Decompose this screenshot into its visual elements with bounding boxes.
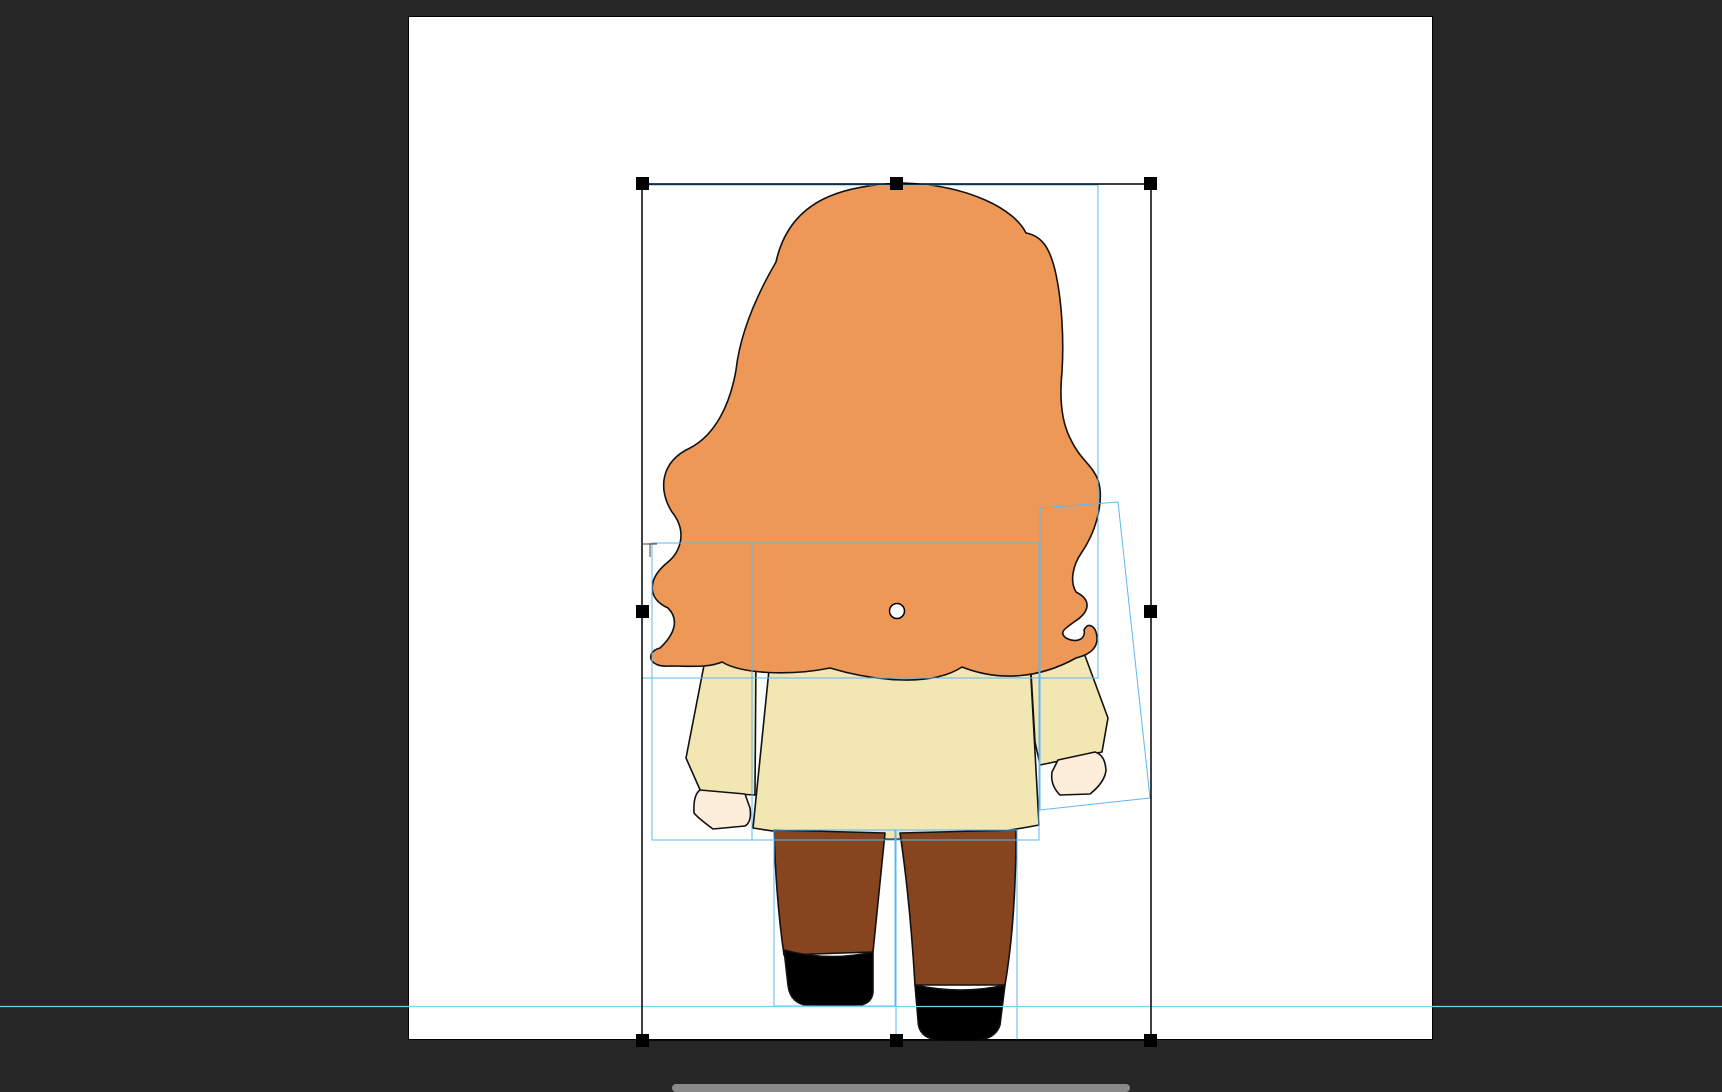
square-handle-icon[interactable]: [1144, 177, 1157, 190]
square-handle-icon[interactable]: [636, 177, 649, 190]
right-leg[interactable]: [899, 829, 1017, 986]
square-handle-icon[interactable]: [636, 1034, 649, 1047]
right-shoe[interactable]: [914, 984, 1006, 1041]
torso[interactable]: [752, 659, 1040, 841]
left-shoe[interactable]: [783, 949, 874, 1007]
square-handle-icon[interactable]: [890, 1034, 903, 1047]
editor-workspace: [0, 16, 1722, 1047]
horizontal-scrollbar[interactable]: [672, 1084, 1130, 1092]
left-leg[interactable]: [773, 829, 886, 956]
square-handle-icon[interactable]: [636, 605, 649, 618]
square-handle-icon[interactable]: [1144, 1034, 1157, 1047]
square-handle-icon[interactable]: [890, 177, 903, 190]
pivot-circle-icon[interactable]: [888, 602, 906, 620]
square-handle-icon[interactable]: [1144, 605, 1157, 618]
